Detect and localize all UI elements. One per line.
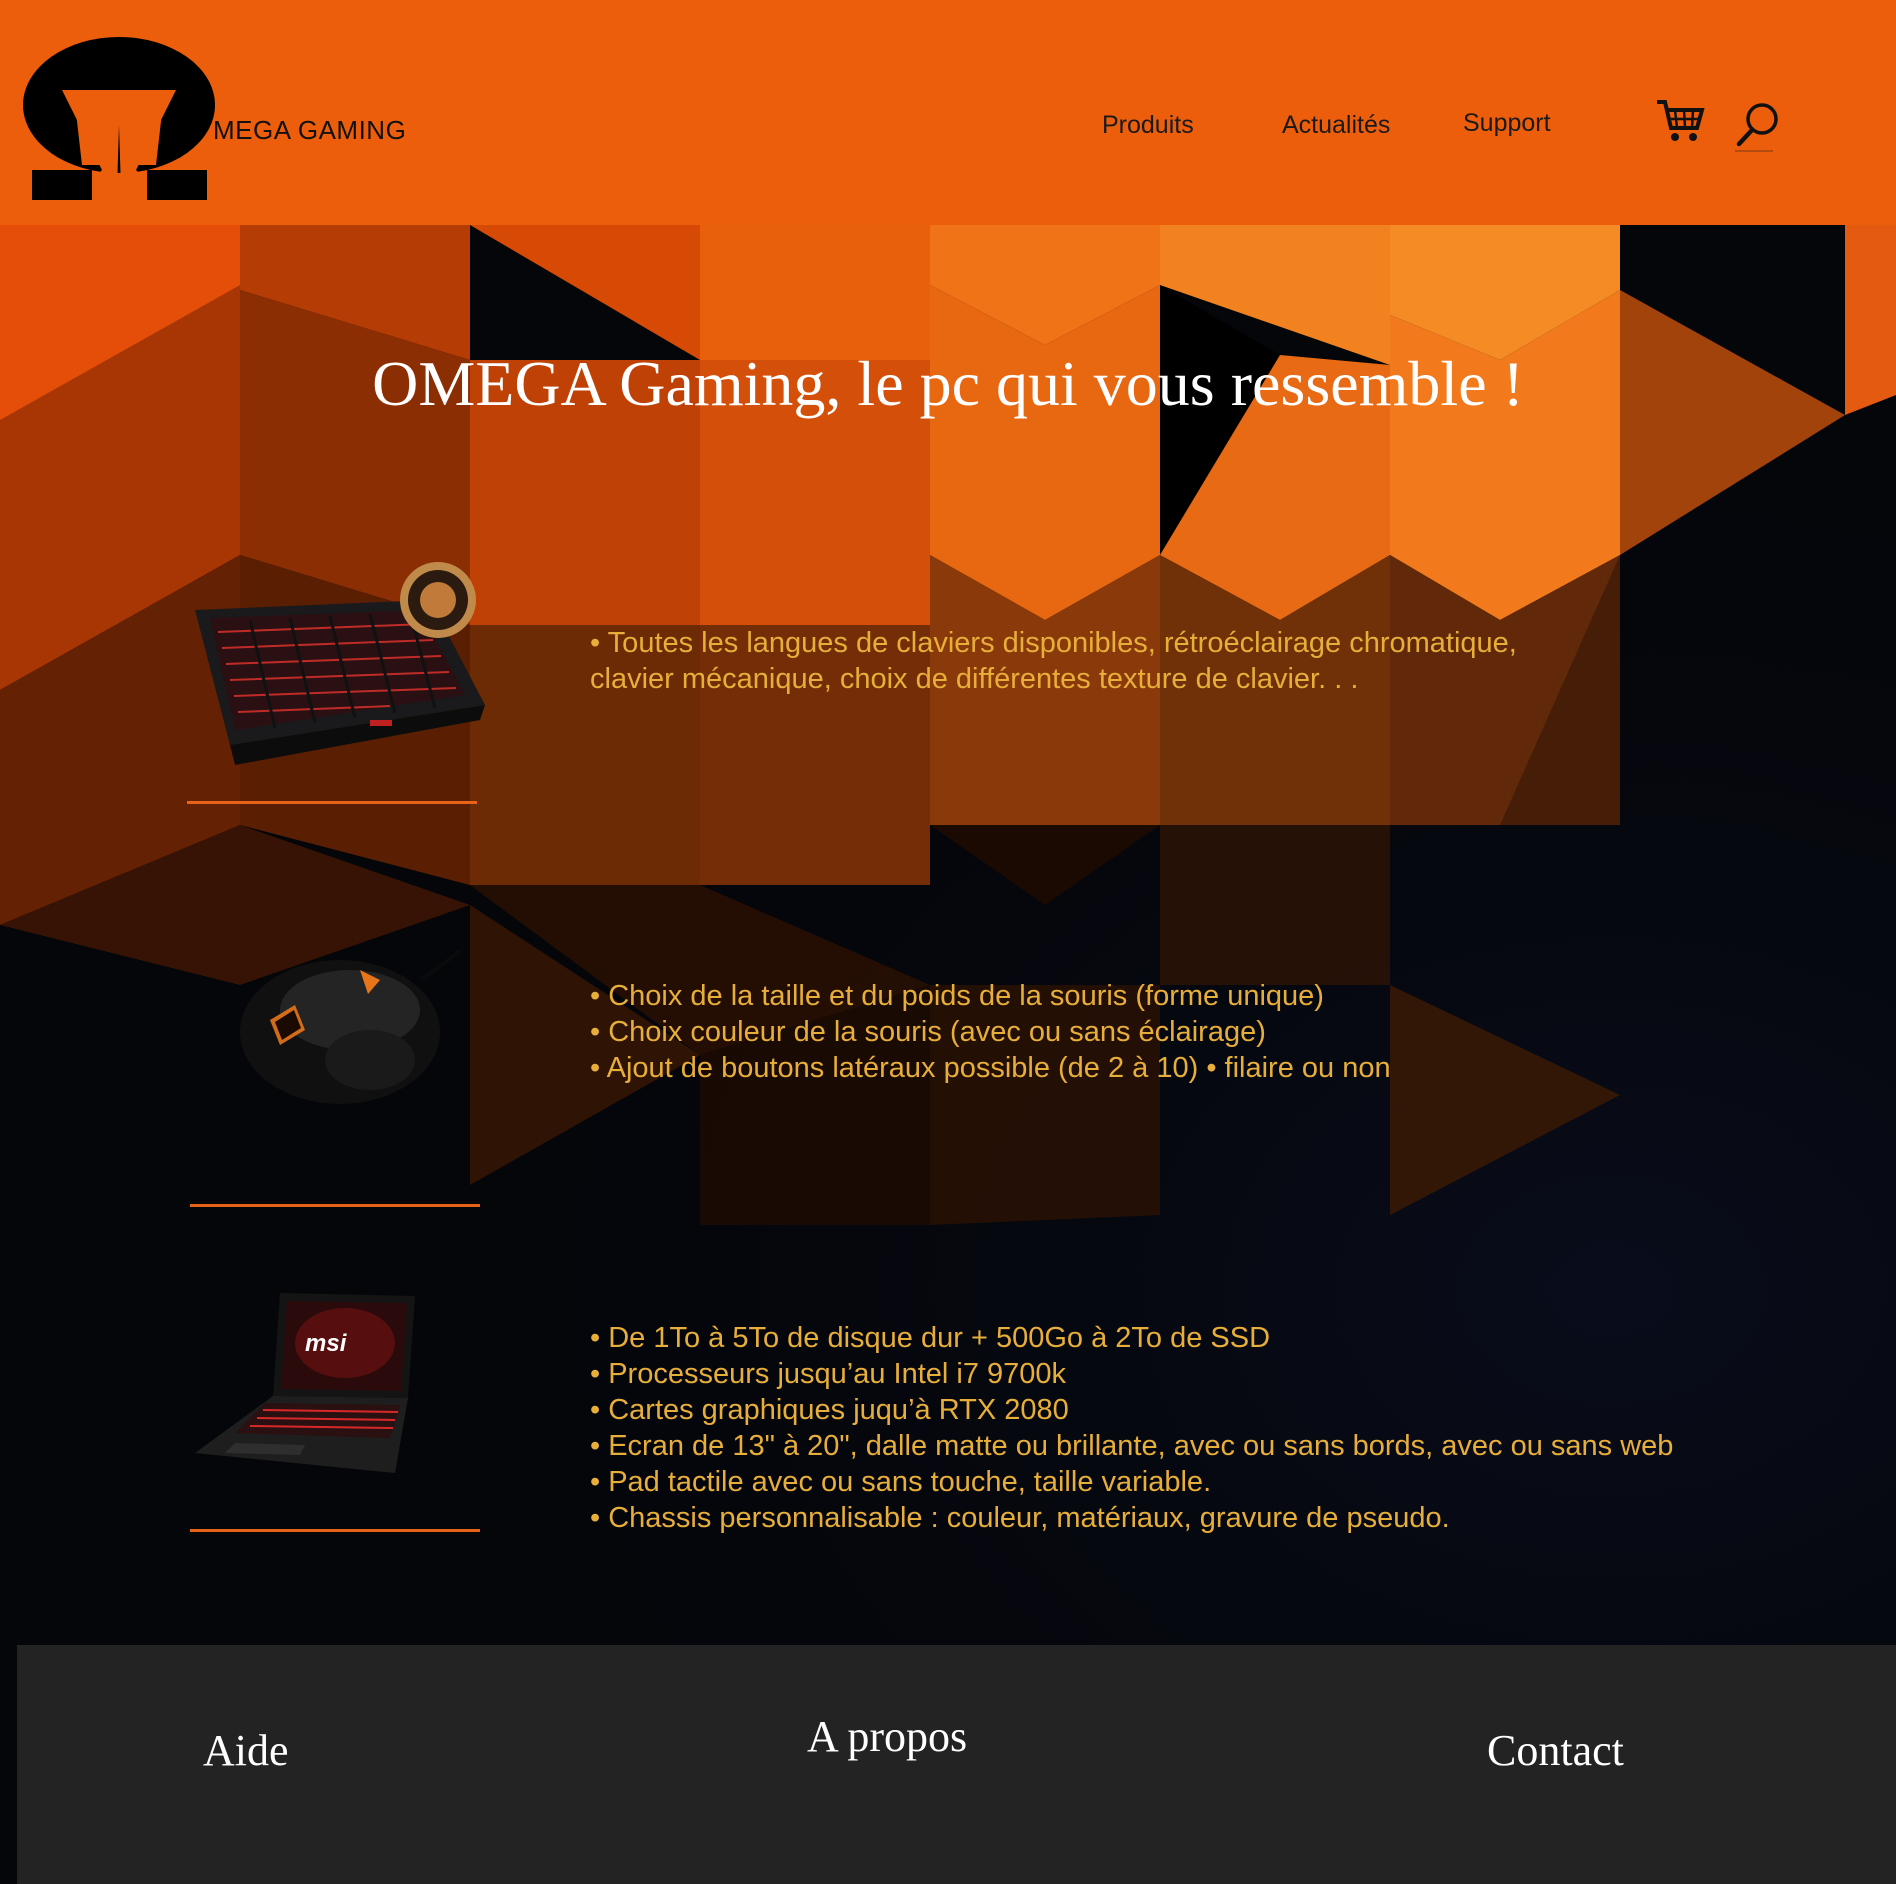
nav-actualites[interactable]: Actualités <box>1282 111 1390 140</box>
feature-line: • Ajout de boutons latéraux possible (de… <box>590 1052 1391 1084</box>
mouse-features: • Choix de la taille et du poids de la s… <box>590 978 1391 1086</box>
mouse-image[interactable] <box>220 950 470 1110</box>
footer-link-a-propos[interactable]: A propos <box>807 1711 967 1762</box>
feature-divider <box>187 801 477 804</box>
footer-link-aide[interactable]: Aide <box>203 1725 289 1776</box>
feature-line: • Ecran de 13" à 20", dalle matte ou bri… <box>590 1430 1674 1462</box>
feature-line: • Choix couleur de la souris (avec ou sa… <box>590 1016 1266 1048</box>
feature-line: clavier mécanique, choix de différentes … <box>590 663 1359 695</box>
laptop-image[interactable]: msi <box>195 1293 425 1478</box>
hero-title: OMEGA Gaming, le pc qui vous ressemble ! <box>372 348 1524 419</box>
footer-link-contact[interactable]: Contact <box>1487 1725 1624 1776</box>
feature-line: • Processeurs jusqu’au Intel i7 9700k <box>590 1358 1067 1390</box>
omega-logo[interactable] <box>22 35 217 205</box>
feature-line: • Cartes graphiques juqu’à RTX 2080 <box>590 1394 1069 1426</box>
keyboard-features: • Toutes les langues de claviers disponi… <box>590 625 1517 697</box>
feature-line: • De 1To à 5To de disque dur + 500Go à 2… <box>590 1322 1271 1354</box>
feature-divider <box>190 1529 480 1532</box>
cart-icon[interactable] <box>1655 98 1705 144</box>
laptop-features: • De 1To à 5To de disque dur + 500Go à 2… <box>590 1320 1673 1536</box>
hero-section: OMEGA Gaming, le pc qui vous ressemble !… <box>0 225 1896 1645</box>
feature-divider <box>190 1204 480 1207</box>
feature-line: • Chassis personnalisable : couleur, mat… <box>590 1502 1450 1534</box>
nav-produits[interactable]: Produits <box>1102 111 1194 140</box>
brand-name[interactable]: MEGA GAMING <box>213 115 406 146</box>
laptop-brand: msi <box>305 1330 348 1357</box>
nav-support[interactable]: Support <box>1463 109 1551 138</box>
search-icon[interactable] <box>1735 100 1780 152</box>
keyboard-image[interactable] <box>190 560 490 765</box>
feature-line: • Toutes les langues de claviers disponi… <box>590 627 1517 659</box>
site-header: MEGA GAMING Produits Actualités Support <box>0 0 1896 225</box>
feature-line: • Choix de la taille et du poids de la s… <box>590 980 1324 1012</box>
site-footer: Aide A propos Contact <box>17 1645 1896 1884</box>
feature-line: • Pad tactile avec ou sans touche, taill… <box>590 1466 1212 1498</box>
